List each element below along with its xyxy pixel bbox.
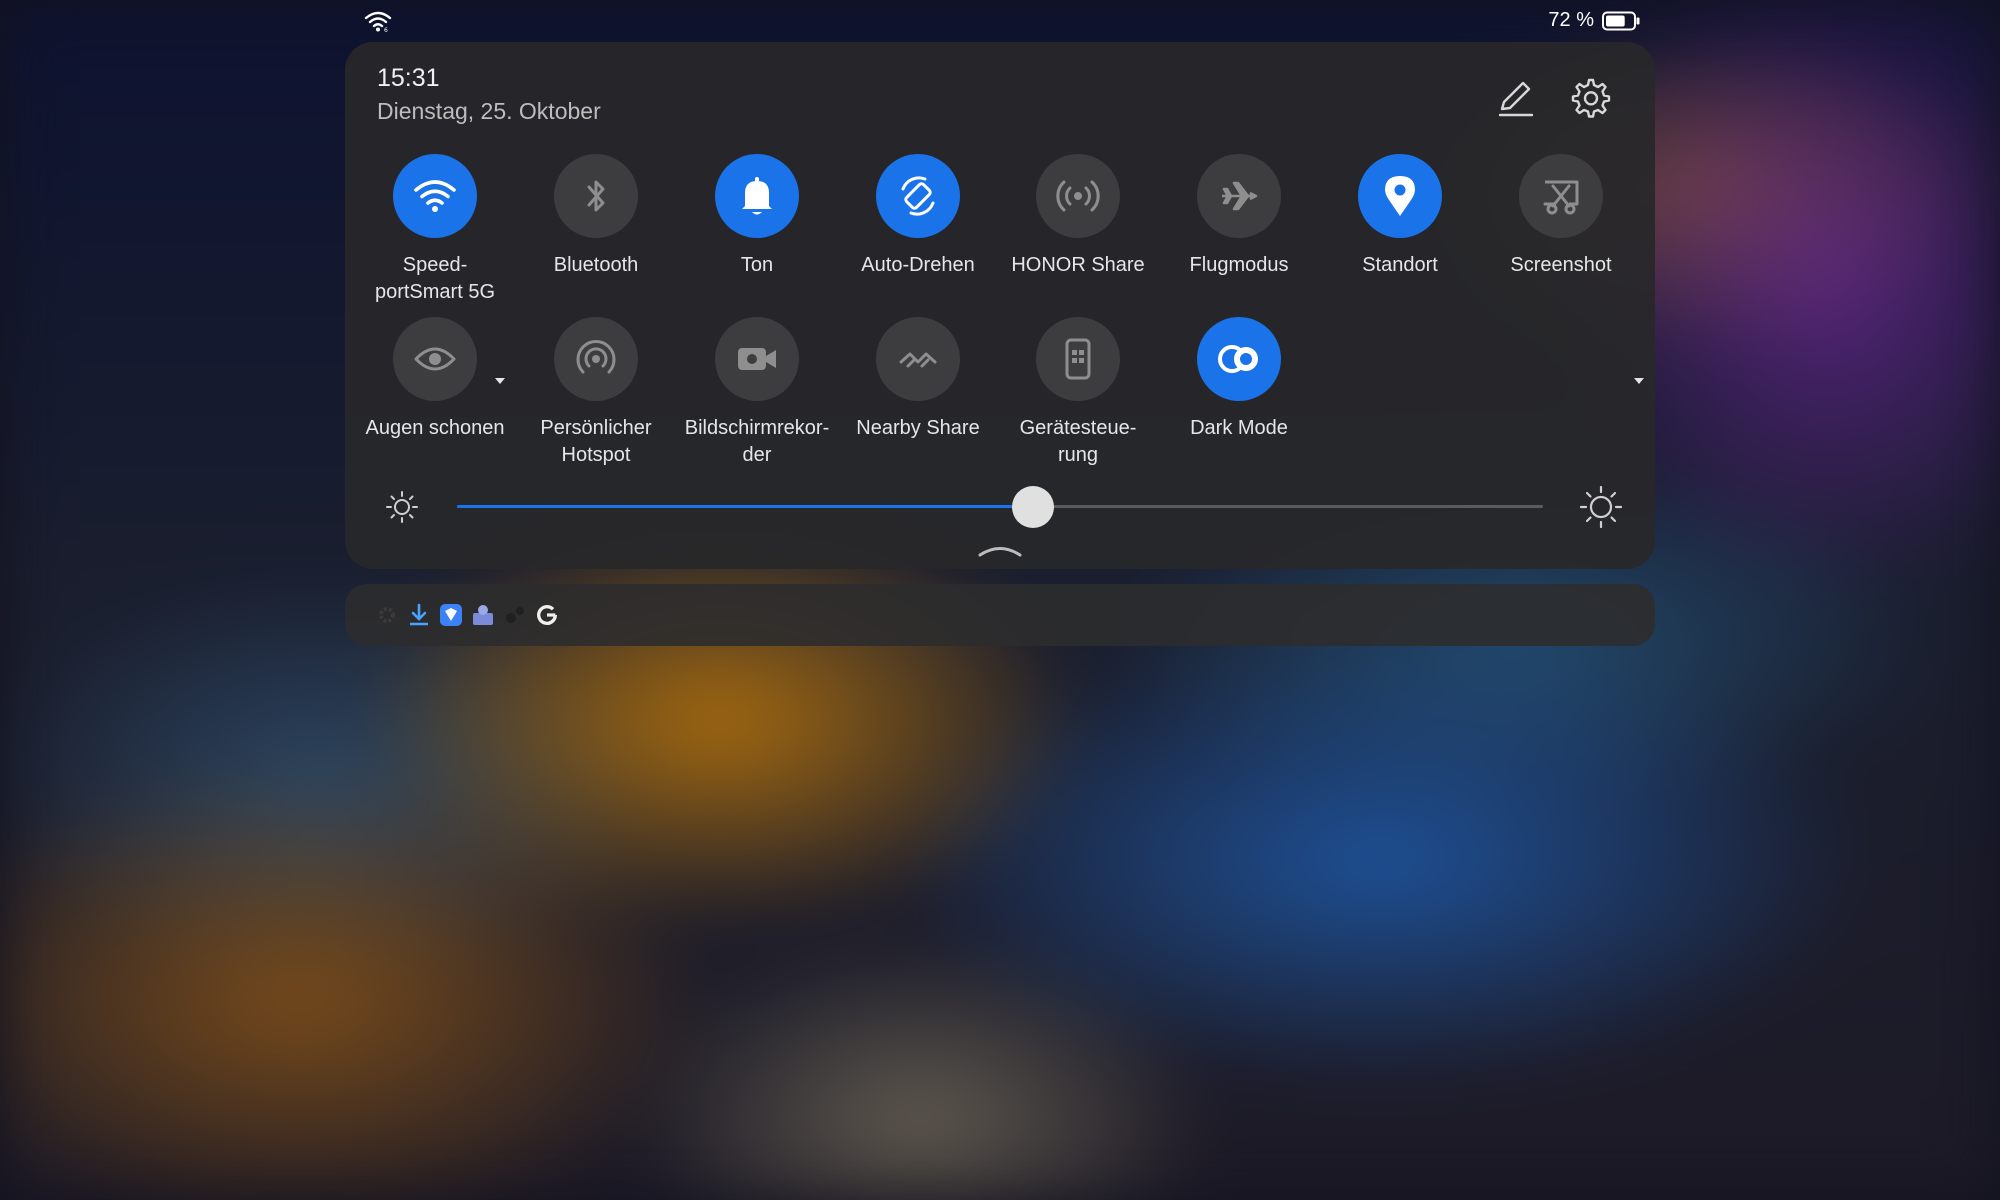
tile-toggle[interactable] — [1036, 154, 1120, 238]
dropdown-caret-icon[interactable] — [1634, 378, 1644, 384]
download-icon — [407, 603, 431, 627]
battery-icon — [1602, 11, 1640, 30]
tile-location[interactable]: Standort — [1320, 154, 1480, 279]
tile-label: Ton — [740, 254, 774, 276]
tile-wifi[interactable]: Speed- portSmart 5G — [355, 154, 515, 384]
tile-toggle[interactable] — [1036, 317, 1120, 401]
tile-toggle[interactable] — [554, 154, 638, 238]
tile-label: HONOR Share — [1011, 254, 1145, 276]
bluetooth-icon — [587, 180, 605, 212]
tile-nearby-share[interactable]: Nearby Share — [838, 317, 998, 442]
tile-toggle[interactable] — [393, 154, 477, 238]
honor-share-icon — [1056, 180, 1100, 212]
shield-app-icon — [439, 603, 463, 627]
nearby-share-icon — [899, 352, 937, 368]
brightness-low-icon — [386, 491, 418, 523]
auto-rotate-icon — [901, 176, 935, 216]
hotspot-icon — [576, 340, 616, 374]
tile-honor-share[interactable]: HONOR Share — [998, 154, 1158, 279]
tile-auto-rotate[interactable]: Auto-Drehen — [838, 154, 998, 279]
airplane-icon — [1222, 181, 1258, 211]
tile-label: Standort — [1362, 254, 1438, 276]
tile-dark-mode[interactable]: Dark Mode — [1159, 317, 1319, 442]
gear-icon — [1571, 78, 1611, 118]
tile-label: Augen schonen — [365, 417, 505, 439]
tile-label: Bildschirmrekor- der — [684, 417, 830, 466]
tile-label: Screenshot — [1510, 254, 1612, 276]
brightness-fill — [457, 505, 1033, 508]
eye-icon — [414, 347, 456, 371]
pencil-icon — [1498, 81, 1534, 117]
quick-settings-panel: 15:31 Dienstag, 25. Oktober Speed- portS… — [345, 42, 1655, 569]
tile-screenshot[interactable]: Screenshot — [1481, 154, 1644, 384]
screenshot-scissors-icon — [1543, 180, 1579, 215]
collapse-chevron-icon[interactable] — [975, 542, 1025, 558]
location-pin-icon — [1385, 176, 1415, 216]
status-bar: 6 72 % — [0, 0, 2000, 42]
svg-text:6: 6 — [384, 27, 388, 32]
gears-icon — [503, 603, 527, 627]
brightness-slider[interactable] — [457, 486, 1543, 528]
tile-airplane-mode[interactable]: Flugmodus — [1159, 154, 1319, 279]
tile-toggle[interactable] — [876, 317, 960, 401]
device-control-icon — [1065, 338, 1091, 380]
tile-toggle[interactable] — [1197, 317, 1281, 401]
tile-label: Speed- portSmart 5G — [374, 254, 496, 303]
tile-toggle[interactable] — [1358, 154, 1442, 238]
tile-eye-comfort[interactable]: Augen schonen — [355, 317, 515, 442]
vpn-app-icon — [471, 603, 495, 627]
tile-toggle[interactable] — [393, 317, 477, 401]
tile-toggle[interactable] — [876, 154, 960, 238]
screen-record-icon — [738, 348, 776, 370]
notification-icons-bar[interactable] — [345, 584, 1655, 646]
tile-screen-recorder[interactable]: Bildschirmrekor- der — [677, 317, 837, 469]
google-icon — [535, 603, 559, 627]
tile-label: Bluetooth — [553, 254, 639, 276]
clock-date: Dienstag, 25. Oktober — [377, 98, 601, 124]
tile-label: Dark Mode — [1190, 417, 1288, 439]
tile-toggle[interactable] — [554, 317, 638, 401]
tile-label: Flugmodus — [1189, 254, 1289, 276]
settings-button[interactable] — [1567, 74, 1615, 122]
tile-label: Auto-Drehen — [861, 254, 975, 276]
tile-toggle[interactable] — [715, 154, 799, 238]
tile-hotspot[interactable]: Persönlicher Hotspot — [516, 317, 676, 469]
bell-icon — [742, 177, 772, 215]
tile-label: Persönlicher Hotspot — [540, 417, 652, 466]
edit-button[interactable] — [1491, 74, 1539, 122]
clock-time: 15:31 — [377, 64, 440, 92]
tile-label: Gerätesteue- rung — [1019, 417, 1137, 466]
tile-toggle[interactable] — [1197, 154, 1281, 238]
tile-sound[interactable]: Ton — [677, 154, 837, 279]
tile-bluetooth[interactable]: Bluetooth — [516, 154, 676, 279]
battery-percentage: 72 % — [1548, 9, 1594, 31]
tile-toggle[interactable] — [715, 317, 799, 401]
wifi-status-icon: 6 — [364, 11, 392, 32]
tile-toggle[interactable] — [1519, 154, 1603, 238]
dark-mode-icon — [1218, 345, 1258, 373]
brightness-thumb[interactable] — [1011, 486, 1054, 528]
wifi-icon — [414, 180, 456, 212]
settings-gear-icon — [375, 603, 399, 627]
tile-label: Nearby Share — [856, 417, 980, 439]
brightness-high-icon — [1580, 486, 1622, 528]
tile-device-control[interactable]: Gerätesteue- rung — [998, 317, 1158, 469]
